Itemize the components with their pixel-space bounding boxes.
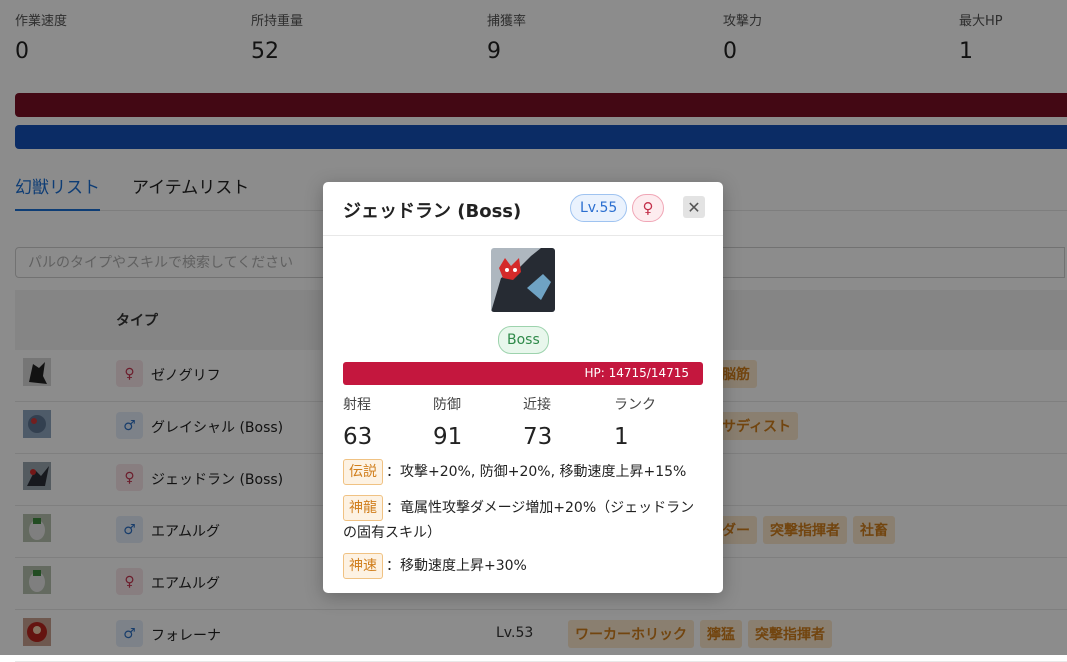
skill-item: 神速 ：移動速度上昇+30% xyxy=(343,553,705,579)
stat-label: 近接 xyxy=(523,397,551,413)
skill-description: ：攻撃+20%, 防御+20%, 移動速度上昇+15% xyxy=(386,464,687,480)
hp-bar: HP: 14715/14715 xyxy=(343,362,703,385)
skill-badge: 神龍 xyxy=(343,495,383,521)
stat-value: 1 xyxy=(614,424,629,450)
modal-stats: 射程 63 防御 91 近接 73 ランク 1 xyxy=(343,394,703,454)
skill-item: 伝説 ：攻撃+20%, 防御+20%, 移動速度上昇+15% xyxy=(343,459,705,485)
stat-value: 73 xyxy=(523,424,553,450)
stat-label: ランク xyxy=(614,397,656,413)
stat-value: 91 xyxy=(433,424,463,450)
close-button[interactable]: ✕ xyxy=(683,196,705,218)
skill-description: ：竜属性攻撃ダメージ増加+20%（ジェッドランの固有スキル） xyxy=(343,500,695,541)
stat-value: 63 xyxy=(343,424,373,450)
skill-description: ：移動速度上昇+30% xyxy=(386,558,527,574)
skill-badge: 伝説 xyxy=(343,459,383,485)
pal-detail-modal: ジェッドラン (Boss) Lv.55 ♀ ✕ Boss HP: 14715/1… xyxy=(323,182,723,593)
level-badge: Lv.55 xyxy=(570,194,628,222)
gender-female-icon: ♀ xyxy=(632,194,664,222)
stat-melee: 近接 73 xyxy=(523,394,552,450)
stat-range: 射程 63 xyxy=(343,394,372,450)
skill-item: 神龍 ：竜属性攻撃ダメージ増加+20%（ジェッドランの固有スキル） xyxy=(343,495,705,546)
modal-title: ジェッドラン (Boss) xyxy=(343,201,522,222)
boss-badge: Boss xyxy=(498,326,549,354)
hp-text: HP: 14715/14715 xyxy=(584,366,689,380)
pal-portrait xyxy=(491,248,555,312)
stat-rank: ランク 1 xyxy=(614,394,656,450)
stat-label: 防御 xyxy=(433,397,461,413)
skill-badge: 神速 xyxy=(343,553,383,579)
modal-header: ジェッドラン (Boss) Lv.55 ♀ ✕ xyxy=(323,182,723,236)
close-icon: ✕ xyxy=(687,197,701,217)
stat-defense: 防御 91 xyxy=(433,394,462,450)
stat-label: 射程 xyxy=(343,397,371,413)
